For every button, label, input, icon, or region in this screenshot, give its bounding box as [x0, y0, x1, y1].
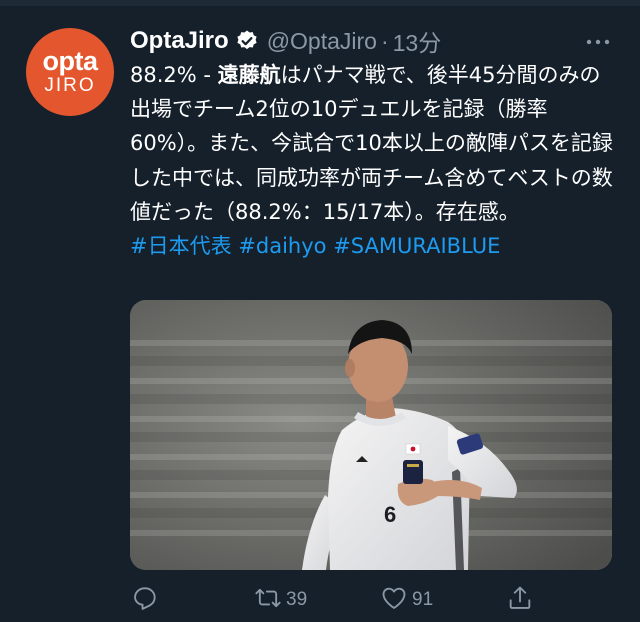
retweet-icon	[254, 584, 282, 616]
retweet-button[interactable]: 39	[254, 580, 307, 620]
top-divider	[0, 0, 640, 6]
share-icon	[506, 584, 534, 616]
tweet-card[interactable]: opta JIRO OptaJiro @OptaJiro · 13分 88.2%…	[0, 0, 640, 622]
retweet-count: 39	[286, 589, 308, 610]
verified-badge-icon	[235, 29, 259, 53]
tweet-text-main: はパナマ戦で、後半45分間のみの出場でチーム2位の10デュエルを記録（勝率60%…	[130, 63, 613, 224]
tweet-header: OptaJiro @OptaJiro · 13分	[130, 26, 441, 56]
like-count: 91	[412, 589, 434, 610]
avatar-logo-opta: opta	[42, 46, 99, 76]
player-name: 遠藤航	[217, 63, 281, 87]
like-button[interactable]: 91	[380, 580, 433, 620]
more-options-icon[interactable]	[584, 34, 612, 48]
share-button[interactable]	[506, 580, 534, 620]
tweet-photo[interactable]: 6	[130, 300, 612, 570]
hashtag-link[interactable]: #日本代表	[130, 234, 232, 258]
avatar[interactable]: opta JIRO	[26, 28, 114, 116]
avatar-logo-jiro: JIRO	[44, 75, 96, 96]
user-handle[interactable]: @OptaJiro	[267, 28, 377, 55]
separator-dot: ·	[380, 27, 389, 54]
hashtag-link[interactable]: #SAMURAIBLUE	[333, 234, 500, 258]
reply-button[interactable]	[131, 580, 159, 620]
hashtag-link[interactable]: #daihyo	[238, 234, 326, 258]
display-name[interactable]: OptaJiro	[130, 27, 229, 55]
jersey-number: 6	[384, 502, 396, 527]
tweet-text-lead: 88.2% -	[130, 63, 218, 87]
reply-icon	[131, 584, 159, 616]
timestamp[interactable]: 13分	[393, 24, 442, 58]
tweet-text: 88.2% - 遠藤航はパナマ戦で、後半45分間のみの出場でチーム2位の10デュ…	[130, 58, 620, 263]
heart-icon	[380, 584, 408, 616]
photo-soccer-player: 6	[130, 300, 612, 570]
tweet-actions: 39 91	[0, 580, 640, 620]
